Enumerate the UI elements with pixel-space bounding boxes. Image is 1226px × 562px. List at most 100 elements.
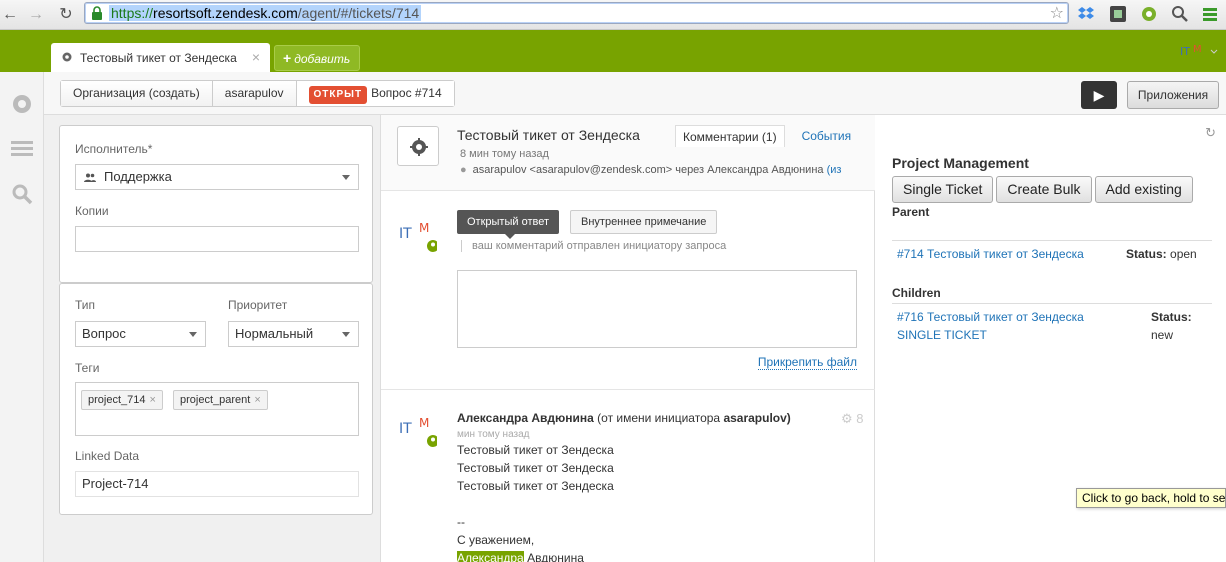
svg-text:IT: IT bbox=[399, 226, 412, 242]
play-icon: ▶ bbox=[1093, 87, 1105, 103]
left-nav-rail bbox=[0, 72, 44, 562]
breadcrumb-requester[interactable]: asarapulov bbox=[212, 81, 297, 106]
ticket-requester: ● asarapulov <asarapulov@zendesk.com> чер… bbox=[460, 164, 842, 176]
ticket-ref: Вопрос #714 bbox=[371, 86, 442, 100]
svg-text:M: M bbox=[419, 221, 429, 235]
ticket-fields-box: Тип Приоритет Вопрос Нормальный Теги pro… bbox=[59, 283, 373, 515]
avatar: IT M bbox=[399, 221, 437, 252]
linked-data-label: Linked Data bbox=[75, 449, 140, 463]
tab-comments[interactable]: Комментарии (1) bbox=[675, 125, 785, 147]
tags-field[interactable]: project_714 × project_parent × bbox=[75, 382, 359, 436]
type-label: Тип bbox=[75, 298, 96, 312]
breadcrumb: Организация (создать) asarapulov ОТКРЫТ В… bbox=[60, 80, 455, 107]
child-ticket-link[interactable]: #716 Тестовый тикет от Зендеска SINGLE TI… bbox=[897, 308, 1084, 344]
assignee-select[interactable]: Поддержка bbox=[75, 164, 359, 190]
plus-icon: + bbox=[283, 50, 292, 66]
single-ticket-button[interactable]: Single Ticket bbox=[892, 176, 994, 203]
gear-icon bbox=[62, 52, 72, 62]
ticket-time: 8 мин тому назад bbox=[460, 148, 549, 160]
pm-title: Project Management bbox=[892, 155, 1029, 171]
comment-author: Александра Авдюнина (от имени инициатора… bbox=[457, 411, 791, 425]
remove-tag-icon[interactable]: × bbox=[254, 394, 260, 406]
divider bbox=[892, 303, 1212, 304]
gear-extension-icon[interactable] bbox=[1139, 4, 1159, 24]
apps-button[interactable]: Приложения bbox=[1127, 81, 1219, 109]
priority-label: Приоритет bbox=[228, 298, 288, 312]
svg-text:M: M bbox=[1193, 44, 1202, 55]
close-icon[interactable]: × bbox=[252, 49, 260, 65]
chevron-down-icon bbox=[342, 175, 350, 180]
reply-composer: IT M Открытый ответ Внутреннее примечание… bbox=[381, 192, 875, 390]
assignee-box: Исполнитель* Поддержка Копии bbox=[59, 125, 373, 283]
tab-ticket[interactable]: Тестовый тикет от Зендеска × bbox=[51, 43, 270, 73]
parent-label: Parent bbox=[892, 205, 930, 219]
child-status: Status: new bbox=[1151, 310, 1192, 342]
breadcrumb-organization[interactable]: Организация (создать) bbox=[61, 81, 213, 106]
back-button-tooltip: Click to go back, hold to see history bbox=[1076, 488, 1226, 508]
ticket-header: Тестовый тикет от Зендеска Комментарии (… bbox=[381, 115, 875, 191]
public-reply-button[interactable]: Открытый ответ bbox=[457, 210, 560, 234]
parent-ticket-link[interactable]: #714 Тестовый тикет от Зендеска bbox=[897, 245, 1084, 263]
tab-events[interactable]: События bbox=[795, 125, 859, 147]
search-icon[interactable] bbox=[1170, 4, 1190, 24]
ticket-subheader: Организация (создать) asarapulov ОТКРЫТ В… bbox=[44, 72, 1226, 115]
cc-field[interactable] bbox=[75, 226, 359, 252]
ticket-tabs: Комментарии (1) События bbox=[675, 125, 858, 147]
itm-logo-icon[interactable]: IT M bbox=[1180, 42, 1220, 60]
lock-icon bbox=[92, 6, 102, 20]
comment-body: Тестовый тикет от Зендеска Тестовый тике… bbox=[457, 441, 614, 562]
next-button[interactable]: ▶ bbox=[1081, 81, 1117, 109]
search-icon[interactable] bbox=[10, 182, 34, 206]
address-bar[interactable]: https://resortsoft.zendesk.com/agent/#/t… bbox=[84, 2, 1069, 24]
tags-label: Теги bbox=[75, 361, 100, 375]
parent-status: Status: open bbox=[1126, 247, 1197, 261]
zendesk-logo-icon[interactable] bbox=[10, 92, 34, 116]
create-bulk-button[interactable]: Create Bulk bbox=[996, 176, 1092, 203]
menu-icon[interactable] bbox=[1200, 4, 1220, 24]
dropbox-icon[interactable] bbox=[1076, 4, 1096, 24]
svg-text:IT: IT bbox=[1180, 45, 1190, 58]
pointer-arrow bbox=[505, 234, 515, 239]
internal-note-button[interactable]: Внутреннее примечание bbox=[570, 210, 718, 234]
ticket-conversation: Тестовый тикет от Зендеска Комментарии (… bbox=[381, 115, 875, 562]
group-icon bbox=[84, 173, 96, 182]
comment-time: мин тому назад bbox=[457, 429, 530, 440]
ticket-properties: Исполнитель* Поддержка Копии Тип Приорит… bbox=[44, 115, 381, 562]
chevron-down-icon bbox=[189, 332, 197, 337]
attach-file-link[interactable]: Прикрепить файл bbox=[757, 355, 857, 370]
status-badge: ОТКРЫТ bbox=[308, 86, 368, 104]
breadcrumb-ticket[interactable]: ОТКРЫТ Вопрос #714 bbox=[296, 81, 454, 106]
highlighted-name: Александра bbox=[457, 551, 524, 562]
children-label: Children bbox=[892, 286, 941, 300]
screenshot-extension-icon[interactable] bbox=[1108, 4, 1128, 24]
comment-item: IT M Александра Авдюнина (от имени инициа… bbox=[381, 391, 875, 562]
add-tab-button[interactable]: + добавить bbox=[274, 45, 360, 71]
refresh-icon[interactable]: ↻ bbox=[1205, 125, 1216, 141]
tab-title: Тестовый тикет от Зендеска bbox=[80, 51, 237, 65]
requester-link[interactable]: (из bbox=[827, 164, 842, 176]
pm-buttons: Single Ticket Create Bulk Add existing bbox=[892, 176, 1196, 203]
tag-chip[interactable]: project_parent × bbox=[173, 390, 268, 410]
remove-tag-icon[interactable]: × bbox=[150, 394, 156, 406]
reply-textarea[interactable] bbox=[457, 270, 857, 348]
ticket-settings-button[interactable] bbox=[397, 126, 439, 166]
comment-gear-icon[interactable]: ⚙ 8 bbox=[841, 411, 864, 427]
gear-icon bbox=[410, 138, 428, 156]
forward-icon[interactable]: → bbox=[26, 5, 46, 25]
linked-data-field[interactable]: Project-714 bbox=[75, 471, 359, 497]
avatar: IT M bbox=[399, 416, 437, 447]
tag-chip[interactable]: project_714 × bbox=[81, 390, 163, 410]
reload-icon[interactable]: ↻ bbox=[56, 5, 76, 25]
priority-select[interactable]: Нормальный bbox=[228, 321, 359, 347]
add-existing-button[interactable]: Add existing bbox=[1094, 176, 1193, 203]
url-text[interactable]: https://resortsoft.zendesk.com/agent/#/t… bbox=[109, 5, 422, 21]
type-select[interactable]: Вопрос bbox=[75, 321, 206, 347]
divider bbox=[892, 240, 1212, 241]
views-icon[interactable] bbox=[10, 137, 34, 161]
ticket-title: Тестовый тикет от Зендеска bbox=[457, 127, 640, 143]
reply-hint: ваш комментарий отправлен инициатору зап… bbox=[461, 240, 726, 252]
assignee-label: Исполнитель* bbox=[75, 142, 153, 156]
back-icon[interactable]: ← bbox=[0, 5, 20, 25]
bookmark-star-icon[interactable]: ☆ bbox=[1050, 3, 1064, 23]
cc-label: Копии bbox=[75, 204, 109, 218]
